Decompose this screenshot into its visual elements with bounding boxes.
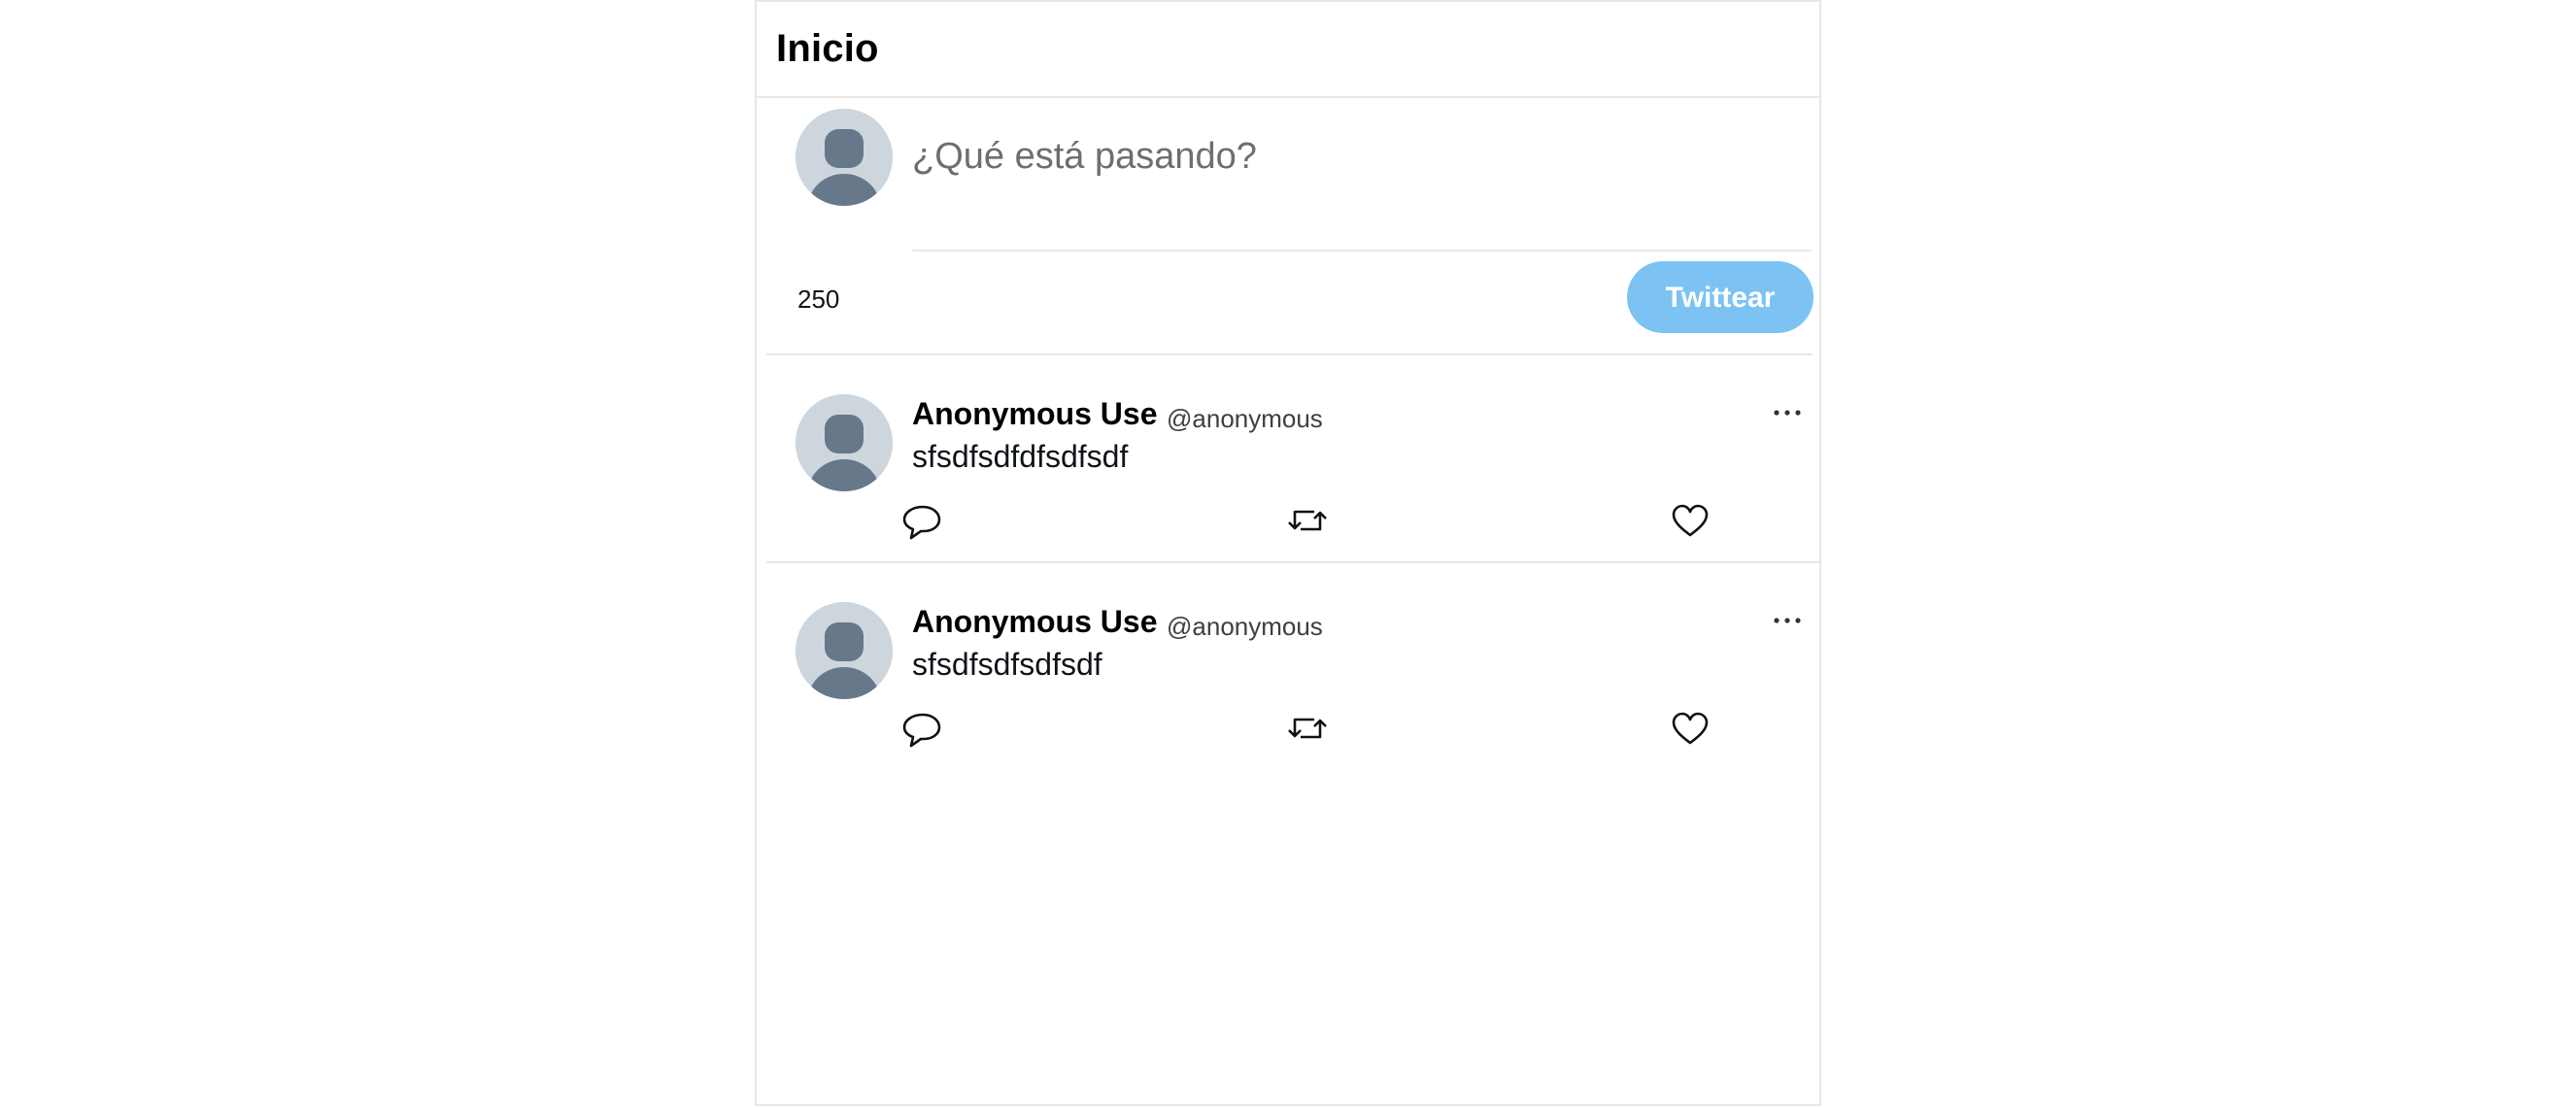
like-button[interactable]	[1669, 707, 1712, 750]
like-icon	[1672, 712, 1709, 745]
retweet-icon	[1288, 510, 1327, 531]
default-user-avatar-icon	[796, 109, 893, 206]
retweet-button[interactable]	[1286, 499, 1329, 542]
avatar	[796, 109, 893, 206]
like-icon	[1672, 504, 1709, 537]
default-user-avatar-icon	[796, 394, 893, 491]
page-title: Inicio	[776, 27, 879, 70]
tweet-author-name[interactable]: Anonymous Use	[912, 604, 1157, 640]
tweet-text: sfsdfsdfsdfsdf	[912, 647, 1102, 682]
tweet-author-handle[interactable]: @anonymous	[1167, 404, 1323, 434]
more-options-icon	[1774, 618, 1801, 623]
header: Inicio	[757, 2, 1819, 98]
reply-icon	[902, 713, 941, 748]
reply-button[interactable]	[900, 499, 943, 542]
tweet-text: sfsdfsdfdfsdfsdf	[912, 439, 1129, 474]
tweet-author-name[interactable]: Anonymous Use	[912, 396, 1157, 432]
more-options-button[interactable]	[1769, 606, 1808, 635]
tweet-button[interactable]: Twittear	[1627, 261, 1813, 333]
avatar[interactable]	[796, 602, 893, 699]
tweet-input[interactable]	[902, 127, 1796, 185]
composer-divider	[912, 250, 1812, 252]
like-button[interactable]	[1669, 499, 1712, 542]
more-options-button[interactable]	[1769, 398, 1808, 427]
tweet-author-handle[interactable]: @anonymous	[1167, 612, 1323, 642]
more-options-icon	[1774, 410, 1801, 416]
tweet[interactable]: Anonymous Use @anonymous sfsdfsdfsdfsdf	[766, 563, 1821, 771]
retweet-button[interactable]	[1286, 707, 1329, 750]
tweet[interactable]: Anonymous Use @anonymous sfsdfsdfdfsdfsd…	[766, 355, 1821, 563]
tweet-composer: 250 Twittear	[766, 98, 1813, 355]
avatar[interactable]	[796, 394, 893, 491]
home-feed: Inicio 250 Twittear Anonymous Use @anony…	[755, 0, 1821, 1106]
reply-icon	[902, 505, 941, 540]
char-counter: 250	[797, 285, 840, 314]
reply-button[interactable]	[900, 707, 943, 750]
retweet-icon	[1288, 718, 1327, 739]
default-user-avatar-icon	[796, 602, 893, 699]
